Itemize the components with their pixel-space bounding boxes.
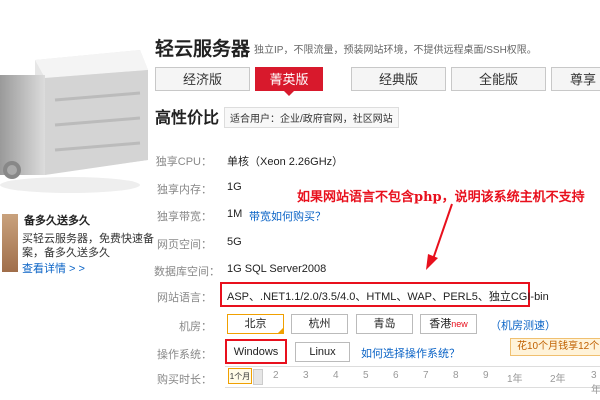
promo-text-line: 案，备多久送多久 (22, 247, 110, 259)
duration-slider[interactable]: 1个月 2 3 4 5 6 7 8 9 1年 2年 3年 (225, 366, 600, 396)
datacenter-option-hongkong[interactable]: 香港new (420, 314, 477, 334)
bandwidth-label: 独享带宽： (157, 211, 212, 223)
duration-tick[interactable]: 3年 (591, 370, 600, 396)
tab-economy[interactable]: 经济版 (155, 67, 250, 91)
duration-tick[interactable]: 2年 (550, 370, 566, 385)
speed-test-link[interactable]: （机房测速） (490, 317, 556, 333)
audience-badge: 适合用户：企业/政府官网，社区网站 (224, 107, 399, 128)
os-option-windows[interactable]: Windows (229, 342, 283, 362)
datacenter-option-beijing[interactable]: 北京 (227, 314, 284, 334)
language-value: ASP、.NET1.1/2.0/3.5/4.0、HTML、WAP、PERL5、独… (227, 291, 549, 303)
tab-elite[interactable]: 菁英版 (255, 67, 323, 96)
cpu-value: 单核（Xeon 2.26GHz） (227, 156, 344, 168)
webspace-value: 5G (227, 236, 242, 248)
section-title: 高性价比 (155, 110, 220, 127)
product-title: 轻云服务器 (155, 39, 251, 60)
edition-tabs: 经济版 菁英版 经典版 全能版 尊享 (155, 67, 600, 96)
duration-tick[interactable]: 1年 (507, 370, 523, 385)
duration-tick[interactable]: 9 (483, 370, 489, 381)
language-label: 网站语言： (157, 292, 212, 304)
tab-classic[interactable]: 经典版 (351, 67, 446, 91)
promo-details-link[interactable]: 查看详情 > > (22, 260, 85, 276)
new-badge: new (451, 319, 468, 329)
duration-tick[interactable]: 6 (393, 370, 399, 381)
duration-tick[interactable]: 5 (363, 370, 369, 381)
os-option-linux[interactable]: Linux (295, 342, 350, 362)
tab-full[interactable]: 全能版 (451, 67, 546, 91)
webspace-label: 网页空间： (157, 239, 212, 251)
duration-label: 购买时长： (157, 374, 212, 386)
duration-tick[interactable]: 8 (453, 370, 459, 381)
arrow-down-left-icon (426, 203, 453, 270)
duration-tick[interactable]: 7 (423, 370, 429, 381)
memory-value: 1G (227, 181, 242, 193)
option-label: 香港 (429, 318, 452, 330)
datacenter-label: 机房： (179, 321, 212, 333)
discount-badge: 花10个月钱享12个 (510, 338, 600, 356)
product-description: 独立IP，不限流量，预装网站环境，不提供远程桌面/SSH权限。 (254, 45, 537, 56)
database-label: 数据库空间： (154, 266, 220, 278)
memory-label: 独享内存： (157, 184, 212, 196)
datacenter-option-hangzhou[interactable]: 杭州 (291, 314, 348, 334)
bandwidth-purchase-link[interactable]: 带宽如何购买？ (249, 208, 326, 224)
datacenter-option-qingdao[interactable]: 青岛 (356, 314, 413, 334)
server-product-icon (0, 50, 148, 193)
duration-tick[interactable]: 2 (273, 370, 279, 381)
gift-box-icon (2, 214, 18, 272)
duration-selected[interactable]: 1个月 (228, 368, 252, 384)
promo-title: 备多久送多久 (24, 215, 90, 227)
slider-handle[interactable] (253, 369, 263, 385)
os-help-link[interactable]: 如何选择操作系统？ (361, 345, 460, 361)
bandwidth-value: 1M (227, 208, 243, 220)
os-label: 操作系统： (157, 349, 212, 361)
duration-tick[interactable]: 3 (303, 370, 309, 381)
cpu-label: 独享CPU： (155, 156, 212, 168)
database-value: 1G SQL Server2008 (227, 263, 327, 275)
promo-panel: 备多久送多久 买轻云服务器，免费快速备 案，备多久送多久 查看详情 > > (0, 204, 154, 286)
duration-tick[interactable]: 4 (333, 370, 339, 381)
tab-premium[interactable]: 尊享 (551, 67, 600, 91)
